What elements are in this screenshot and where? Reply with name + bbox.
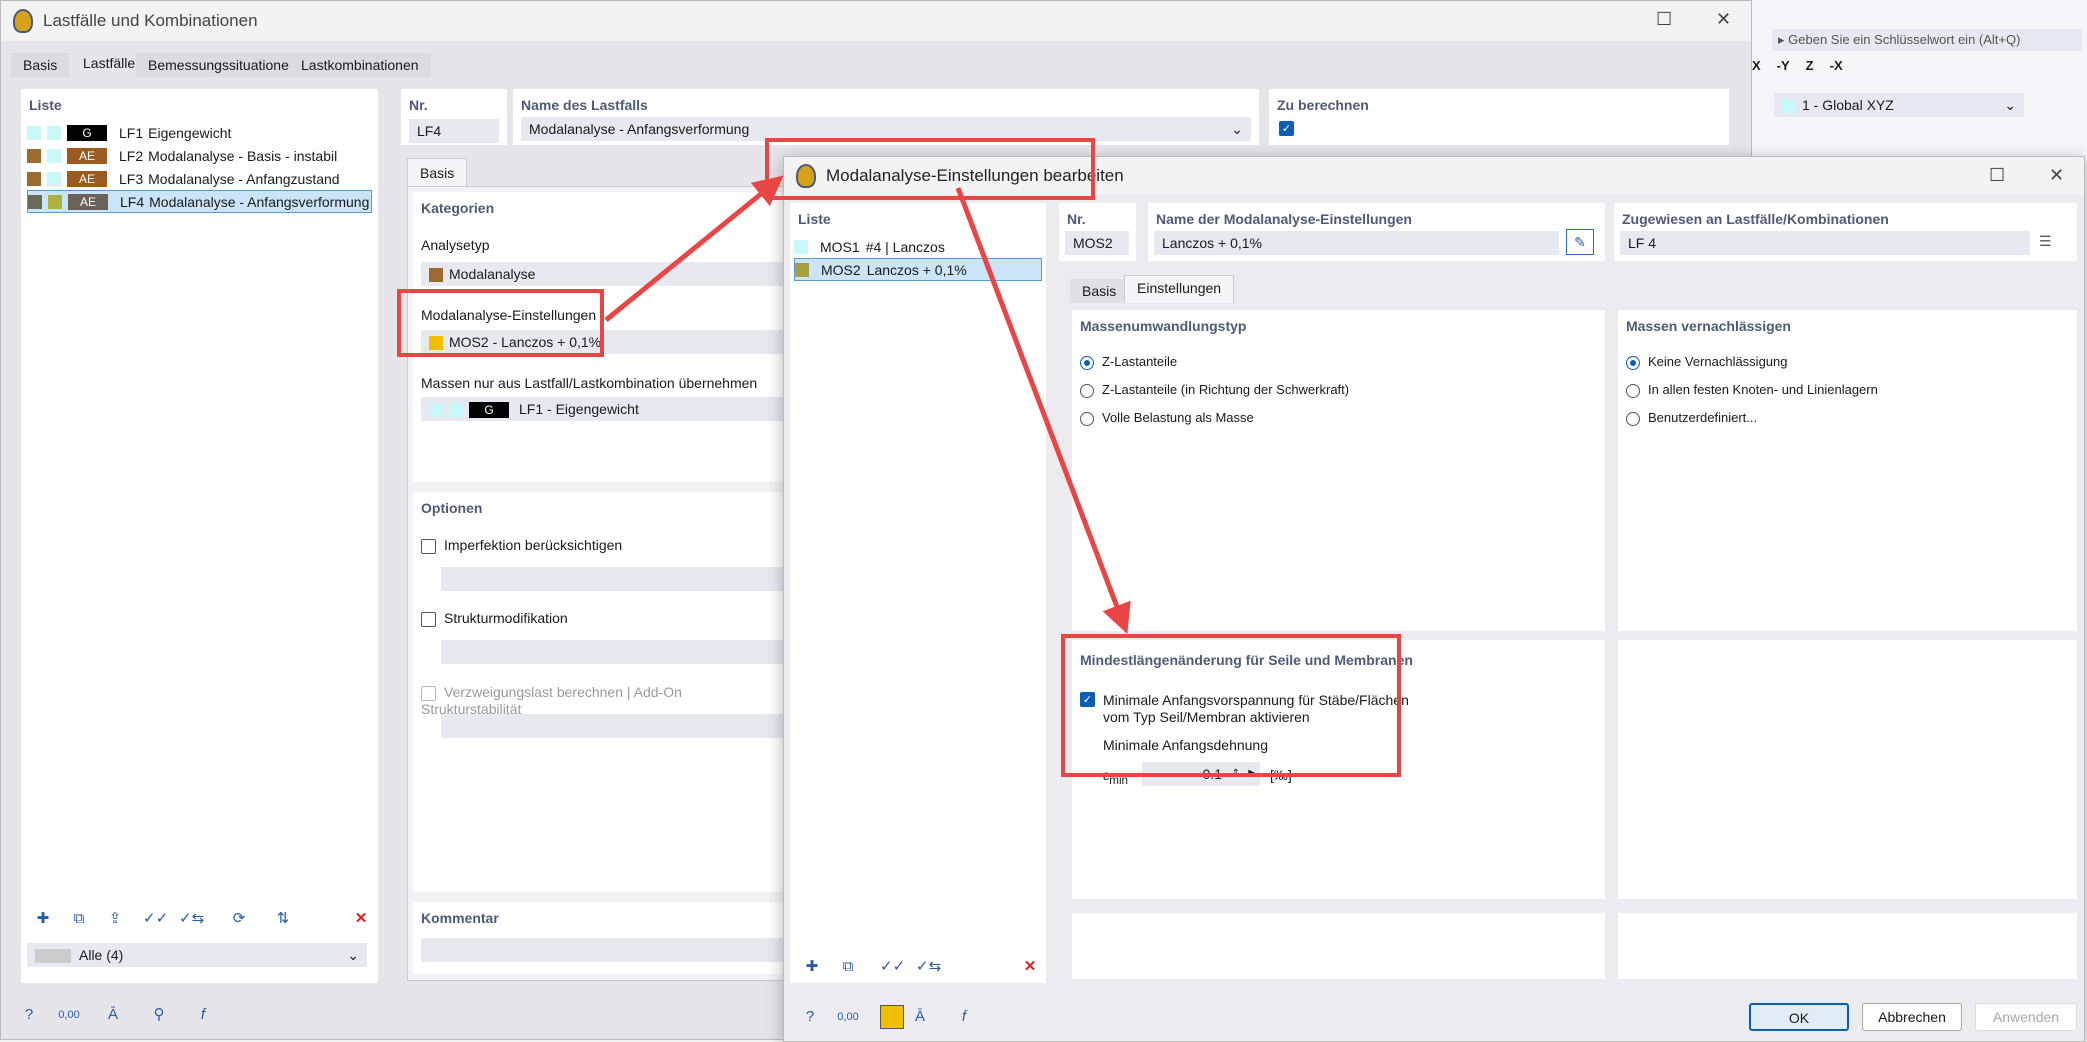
arrows-overlay [604, 175, 1131, 635]
arrow-to-min-length [955, 187, 1131, 635]
arrow-to-dialog [604, 175, 784, 322]
